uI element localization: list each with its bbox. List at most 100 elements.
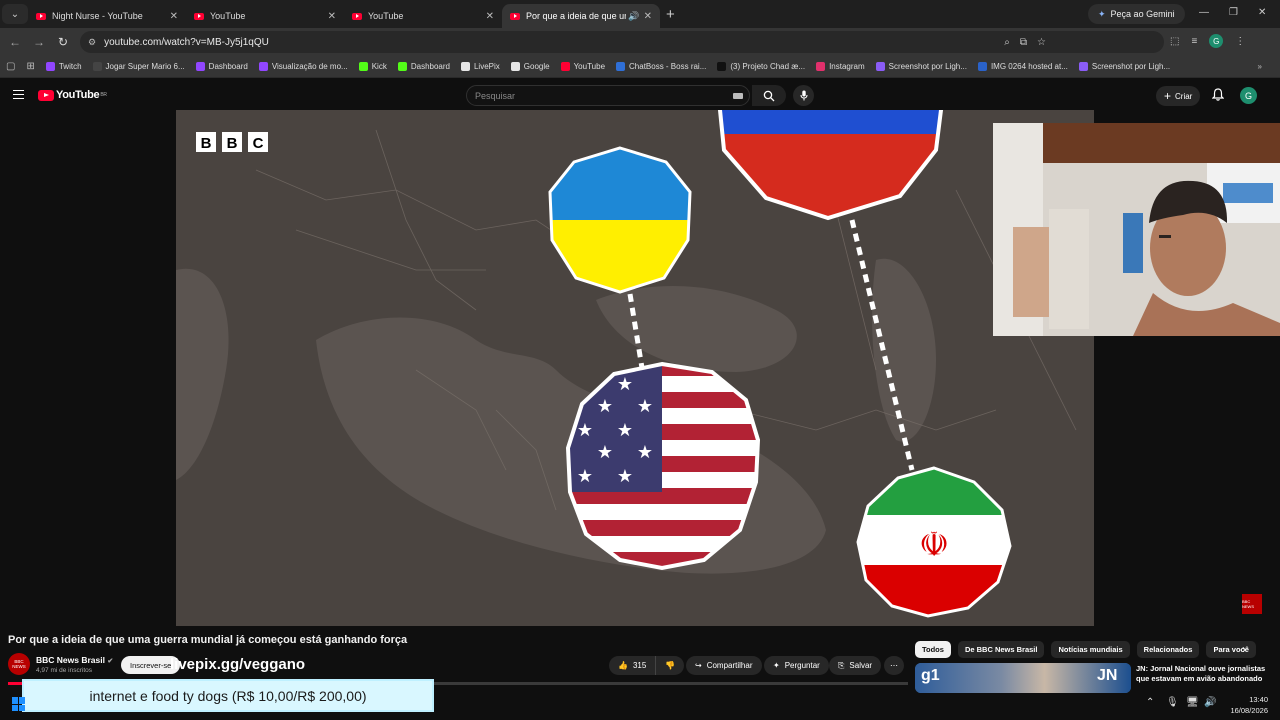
back-icon[interactable]: ← [3, 35, 27, 49]
bookmark-item[interactable]: Visualização de mo... [258, 62, 348, 71]
search-input[interactable]: Pesquisar [466, 85, 750, 106]
search-icon [763, 90, 775, 101]
reload-icon[interactable]: ↻ [51, 35, 75, 49]
close-tab-icon[interactable]: ✕ [644, 11, 652, 22]
tab-current-video[interactable]: Por que a ideia de que uma 🔊 ✕ [502, 4, 660, 28]
youtube-masthead: YouTube BR Pesquisar + Criar G [0, 82, 1280, 110]
zoom-icon[interactable]: ⌕ [1004, 37, 1010, 48]
save-button[interactable]: ⎘ Salvar [829, 656, 882, 675]
gemini-label: Peça ao Gemini [1110, 9, 1175, 19]
minimize-icon[interactable]: — [1199, 7, 1209, 18]
tab-youtube-1[interactable]: YouTube ✕ [186, 4, 344, 28]
bookmark-item[interactable]: Screenshot por Ligh... [875, 62, 967, 71]
bookmark-label: Google [523, 62, 550, 71]
profile-avatar[interactable]: G [1209, 34, 1224, 48]
restore-icon[interactable]: ❐ [1229, 7, 1238, 18]
gemini-button[interactable]: ✦ Peça ao Gemini [1088, 4, 1185, 24]
bookmark-label: ChatBoss - Boss rai... [629, 62, 707, 71]
mic-tray-icon[interactable]: 🎙 [1166, 697, 1179, 708]
keyboard-icon[interactable] [733, 93, 743, 99]
bookmark-item[interactable]: Kick [358, 62, 387, 71]
close-tab-icon[interactable]: ✕ [486, 11, 494, 22]
forward-icon[interactable]: → [27, 35, 51, 49]
speaker-icon[interactable]: 🔊 [628, 11, 639, 22]
chevron-right-icon[interactable]: › [1242, 642, 1246, 656]
bbc-watermark[interactable]: BBC NEWS [1242, 594, 1262, 614]
bookmark-label: Dashboard [410, 62, 450, 71]
share-button[interactable]: ↪ Compartilhar [686, 656, 762, 675]
video-player[interactable]: B B C ★ ★ ★ ★ ★ ★ ★ ★ ★ ☫ [176, 110, 1094, 626]
more-actions-button[interactable]: ⋯ [884, 656, 904, 675]
volume-icon[interactable]: 🔊 [1204, 697, 1216, 708]
bookmark-favicon-icon [717, 62, 727, 71]
bookmark-label: Instagram [829, 62, 865, 71]
close-tab-icon[interactable]: ✕ [170, 11, 178, 22]
bookmark-item[interactable]: Screenshot por Ligh... [1078, 62, 1171, 71]
bookmark-label: Screenshot por Ligh... [1091, 62, 1171, 71]
channel-name[interactable]: BBC News Brasil ✔ [36, 655, 113, 665]
chip-related[interactable]: Relacionados [1136, 641, 1200, 658]
bookmark-item[interactable]: ChatBoss - Boss rai... [616, 62, 706, 71]
voice-search-button[interactable] [793, 85, 814, 106]
recommended-title[interactable]: JN: Jornal Nacional ouve jornalistas que… [1136, 664, 1276, 684]
site-info-icon[interactable]: ⚙ [88, 37, 96, 48]
chip-channel[interactable]: De BBC News Brasil [957, 641, 1045, 658]
tab-label: YouTube [210, 11, 246, 21]
bookmark-item[interactable]: (3) Projeto Chad æ... [717, 62, 805, 71]
ask-button[interactable]: ✦ Perguntar [764, 656, 829, 675]
recommended-thumbnail[interactable]: g1 JN [915, 663, 1131, 693]
svg-text:☫: ☫ [919, 525, 949, 565]
subscriber-count: 4,97 mi de inscritos [36, 666, 92, 674]
search-button[interactable] [752, 85, 786, 106]
media-control-icon[interactable]: ≡ [1191, 36, 1197, 47]
channel-avatar[interactable]: BBC NEWS [8, 653, 30, 675]
bookmark-item[interactable]: IMG 0264 hosted at... [977, 62, 1068, 71]
account-avatar[interactable]: G [1240, 87, 1257, 104]
thumbs-up-icon: 👍 [618, 661, 628, 670]
network-icon[interactable]: 🖥 [1186, 697, 1199, 708]
bookmark-item[interactable]: Dashboard [195, 62, 248, 71]
bookmark-favicon-icon [560, 62, 570, 71]
bookmark-star-icon[interactable]: ☆ [1037, 37, 1046, 48]
bookmark-item[interactable]: Instagram [816, 62, 865, 71]
apps-icon[interactable]: ⊞ [26, 61, 34, 72]
youtube-logo[interactable]: YouTube BR [38, 89, 107, 101]
channel-info[interactable]: BBC NEWS BBC News Brasil ✔ 4,97 mi de in… [8, 653, 113, 675]
more-bookmarks-icon[interactable]: » [1258, 62, 1262, 71]
chip-world-news[interactable]: Notícias mundiais [1051, 641, 1130, 658]
chip-todos[interactable]: Todos [915, 641, 951, 658]
url-bar[interactable]: ⚙ youtube.com/watch?v=MB-Jy5j1qQU ⌕ ⧉ ☆ [80, 31, 1164, 53]
windows-start-icon[interactable] [12, 697, 26, 711]
svg-text:★: ★ [597, 442, 613, 463]
notifications-bell-icon[interactable] [1211, 88, 1225, 104]
dislike-button[interactable]: 👎 [655, 656, 685, 675]
bookmark-item[interactable]: LivePix [460, 62, 500, 71]
extensions-icon[interactable]: ⬚ [1170, 36, 1179, 47]
bookmark-item[interactable]: YouTube [560, 62, 605, 71]
like-button[interactable]: 👍 315 [609, 656, 656, 675]
guide-menu-icon[interactable] [13, 90, 24, 99]
related-filter-chips: Todos De BBC News Brasil Notícias mundia… [915, 641, 1256, 658]
bookmark-favicon-icon [195, 62, 205, 71]
bookmark-favicon-icon [616, 62, 626, 71]
bookmark-item[interactable]: Jogar Super Mario 6... [92, 62, 185, 71]
g1-badge: g1 [921, 667, 940, 684]
youtube-play-icon [38, 89, 54, 101]
chip-for-you[interactable]: Para você [1206, 641, 1256, 658]
bookmark-item[interactable]: Twitch [45, 62, 82, 71]
tab-night-nurse[interactable]: Night Nurse - YouTube ✕ [28, 4, 186, 28]
close-window-icon[interactable]: ✕ [1258, 7, 1266, 18]
bookmark-item[interactable]: Google [510, 62, 550, 71]
bookmark-item[interactable]: Dashboard [397, 62, 450, 71]
system-clock[interactable]: 13:40 16/08/2026 [1230, 694, 1268, 716]
close-tab-icon[interactable]: ✕ [328, 11, 336, 22]
browser-menu-icon[interactable]: ⋮ [1235, 36, 1245, 47]
tab-search-button[interactable]: ⌄ [2, 4, 28, 24]
install-app-icon[interactable]: ⧉ [1020, 37, 1027, 48]
new-tab-icon[interactable]: + [666, 6, 675, 23]
tab-youtube-2[interactable]: YouTube ✕ [344, 4, 502, 28]
create-button[interactable]: + Criar [1156, 86, 1201, 106]
tray-overflow-icon[interactable]: ⌃ [1146, 697, 1154, 708]
all-bookmarks-icon[interactable]: ▢ [6, 61, 15, 72]
bookmark-favicon-icon [92, 62, 102, 71]
